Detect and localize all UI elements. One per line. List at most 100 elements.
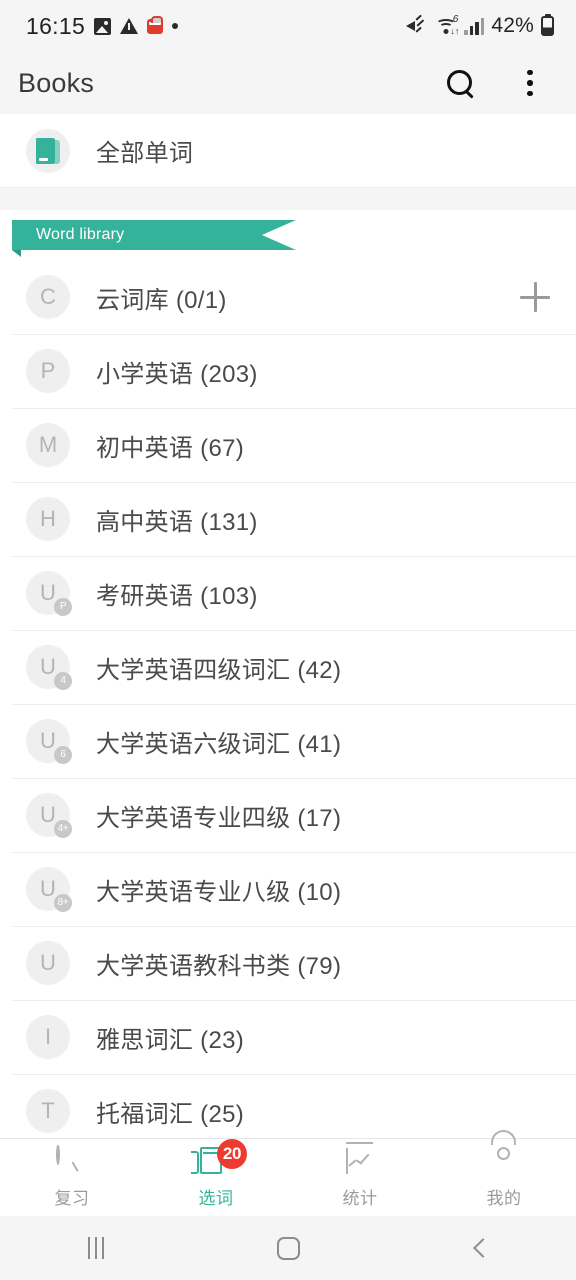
- home-button[interactable]: [192, 1216, 384, 1280]
- list-item-label: 高中英语 (131): [96, 508, 258, 536]
- avatar: U 8+: [26, 867, 72, 912]
- tab-label: 复习: [54, 1189, 90, 1208]
- avatar-initial: U: [40, 728, 56, 753]
- avatar-badge: 8+: [54, 894, 72, 912]
- ribbon-fold: [12, 250, 21, 257]
- list-item[interactable]: P 小学英语 (203): [0, 334, 576, 408]
- home-icon: [276, 1236, 300, 1260]
- avatar-initial: U: [40, 876, 56, 901]
- tab-chart[interactable]: 统计: [288, 1139, 432, 1216]
- wifi-icon: 6 ↓↑: [435, 15, 459, 36]
- signal-icon: [464, 17, 485, 35]
- list-item[interactable]: I 雅思词汇 (23): [0, 1000, 576, 1074]
- list-item[interactable]: U 4 大学英语四级词汇 (42): [0, 630, 576, 704]
- tab-clock[interactable]: 复习: [0, 1139, 144, 1216]
- avatar-initial: U: [40, 580, 56, 605]
- avatar-initial: H: [40, 506, 56, 531]
- status-time: 16:15: [26, 12, 86, 39]
- avatar: U6: [26, 719, 72, 764]
- avatar: M: [26, 423, 70, 467]
- clock-icon: [56, 1144, 60, 1165]
- tab-label: 统计: [342, 1189, 378, 1208]
- tab-book[interactable]: 20 选词: [144, 1139, 288, 1216]
- avatar-initial: U: [40, 950, 56, 975]
- word-library-list: C 云词库 (0/1) P 小学英语 (203) M 初中英语 (67) H 高中英语 (13…: [0, 260, 576, 1138]
- list-item[interactable]: U P 考研英语 (103): [0, 556, 576, 630]
- list-item-label: 大学英语四级词汇 (42): [96, 656, 342, 684]
- list-item-label: 大学英语六级词汇 (41): [96, 730, 342, 758]
- tab-person[interactable]: 我的: [432, 1130, 576, 1216]
- photo-icon: [94, 17, 112, 35]
- list-item-label: 云词库 (0/1): [96, 286, 227, 314]
- battery-percent: 42%: [491, 14, 534, 37]
- list-item-all-words[interactable]: 全部单词: [0, 114, 576, 188]
- word-library-ribbon: Word library: [0, 220, 576, 257]
- word-library-card: Word library C 云词库 (0/1) P 小学英语 (203) M 初中英语 …: [0, 210, 576, 1138]
- avatar-initial: M: [38, 432, 58, 457]
- list-item-label: 大学英语专业四级 (17): [96, 804, 342, 832]
- list-item-label: 小学英语 (203): [96, 360, 258, 388]
- avatar-badge: 4: [54, 672, 72, 690]
- avatar-initial: T: [41, 1098, 55, 1123]
- battery-icon: [541, 16, 554, 36]
- avatar-initial: U: [40, 654, 56, 679]
- avatar-initial: C: [40, 284, 56, 309]
- list-item-label: 托福词汇 (25): [96, 1100, 245, 1128]
- all-words-label: 全部单词: [96, 140, 194, 167]
- book-icon: [36, 137, 60, 164]
- warning-icon: [120, 18, 139, 34]
- back-icon: [472, 1238, 493, 1258]
- avatar-initial: I: [44, 1024, 52, 1049]
- content-area: 全部单词 Word library C 云词库 (0/1) P 小学英语 (203) M…: [0, 114, 576, 1138]
- avatar: [26, 128, 70, 173]
- mute-icon: [406, 14, 428, 35]
- avatar: U 4+: [26, 793, 72, 838]
- plus-icon[interactable]: [520, 282, 550, 312]
- avatar: T: [26, 1089, 70, 1133]
- avatar: C: [26, 275, 70, 319]
- tab-label: 选词: [198, 1189, 234, 1208]
- avatar-initial: U: [40, 802, 56, 827]
- list-item[interactable]: U 6 大学英语六级词汇 (41): [0, 704, 576, 778]
- list-item[interactable]: H 高中英语 (131): [0, 482, 576, 556]
- list-item[interactable]: U 4+ 大学英语专业四级 (17): [0, 778, 576, 852]
- list-item-label: 雅思词汇 (23): [96, 1026, 245, 1054]
- list-item[interactable]: U 大学英语教科书类 (79): [0, 926, 576, 1000]
- tab-icon-wrap: [488, 1130, 520, 1178]
- avatar-badge: 4+: [54, 820, 72, 838]
- status-bar-left: 16:15: [26, 12, 179, 40]
- search-button[interactable]: [440, 63, 480, 103]
- recents-button[interactable]: [0, 1216, 192, 1280]
- avatar-badge: 6: [54, 746, 72, 764]
- overflow-menu-button[interactable]: [510, 63, 550, 103]
- avatar: P: [26, 349, 70, 393]
- avatar: UP: [26, 571, 72, 616]
- app-bar-actions: [440, 63, 550, 103]
- app-bar: Books: [0, 52, 576, 114]
- list-item[interactable]: C 云词库 (0/1): [0, 260, 576, 334]
- recents-icon: [87, 1237, 105, 1259]
- list-item-label: 大学英语专业八级 (10): [96, 878, 342, 906]
- status-bar-right: 6 ↓↑ 42%: [406, 14, 554, 38]
- avatar-badge: P: [54, 598, 72, 616]
- tab-icon-wrap: [56, 1144, 88, 1178]
- avatar: U4: [26, 645, 72, 690]
- system-navigation-bar: [0, 1216, 576, 1280]
- list-item-label: 大学英语教科书类 (79): [96, 952, 342, 980]
- status-badge: 20: [217, 1139, 247, 1169]
- word-library-ribbon-label: Word library: [12, 220, 296, 250]
- search-icon: [446, 69, 474, 97]
- list-item-label: 初中英语 (67): [96, 434, 245, 462]
- avatar: I: [26, 1015, 70, 1059]
- all-words-card: 全部单词: [0, 114, 576, 188]
- tab-icon-wrap: 20: [191, 1139, 247, 1178]
- list-item[interactable]: M 初中英语 (67): [0, 408, 576, 482]
- more-vertical-icon: [527, 69, 533, 97]
- bottom-tab-bar: 复习 20 选词 统计 我的: [0, 1130, 576, 1216]
- tab-icon-wrap: [344, 1141, 376, 1178]
- list-item[interactable]: U 8+ 大学英语专业八级 (10): [0, 852, 576, 926]
- page-title: Books: [18, 67, 95, 98]
- back-button[interactable]: [384, 1216, 576, 1280]
- list-item[interactable]: T 托福词汇 (25): [0, 1074, 576, 1138]
- avatar-initial: P: [40, 358, 56, 383]
